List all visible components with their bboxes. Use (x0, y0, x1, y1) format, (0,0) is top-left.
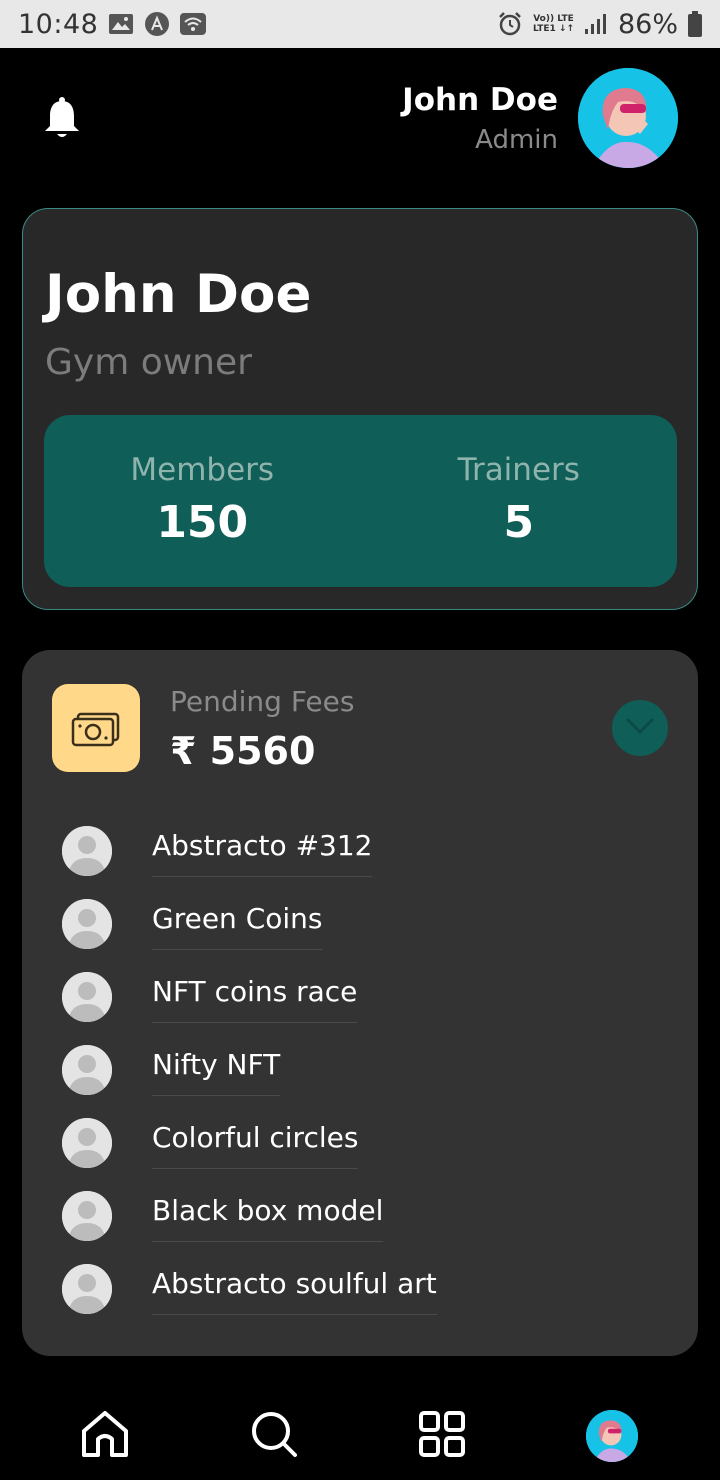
signal-icon (584, 13, 608, 35)
stat-label: Members (130, 452, 275, 488)
list-item[interactable]: Green Coins (22, 881, 698, 954)
list-item-name: Abstracto #312 (152, 826, 373, 877)
nav-search[interactable] (248, 1410, 300, 1462)
status-time: 10:48 (18, 8, 99, 40)
stat-value: 5 (503, 497, 535, 548)
list-item-name: Black box model (152, 1191, 384, 1242)
list-item[interactable]: Colorful circles (22, 1100, 698, 1173)
wifi-icon (180, 13, 207, 35)
list-item-name: Abstracto soulful art (152, 1264, 437, 1315)
header-user-info: John Doe Admin (402, 80, 558, 160)
pending-fees-list: Abstracto #312 Green Coins NFT coins rac… (22, 808, 698, 1319)
stats-box: Members 150 Trainers 5 (44, 415, 677, 587)
stat-trainers[interactable]: Trainers 5 (361, 415, 678, 587)
notification-bell-icon[interactable] (42, 96, 82, 140)
network-label: Vo)) LTE LTE1 ↓↑ (532, 14, 574, 34)
expand-button[interactable] (612, 700, 668, 756)
pending-fees-amount: ₹ 5560 (170, 729, 316, 773)
chevron-down-icon (625, 717, 655, 739)
list-item-name: Green Coins (152, 899, 323, 950)
status-bar: 10:48 Vo)) LTE LTE1 ↓↑ 86% (0, 0, 720, 48)
list-item[interactable]: Black box model (22, 1173, 698, 1246)
stat-value: 150 (156, 497, 249, 548)
list-item[interactable]: Nifty NFT (22, 1027, 698, 1100)
stat-label: Trainers (457, 452, 580, 488)
header-user-name: John Doe (402, 82, 558, 118)
home-icon (80, 1409, 130, 1463)
list-item-name: Colorful circles (152, 1118, 359, 1169)
user-placeholder-icon (62, 1264, 112, 1314)
user-placeholder-icon (62, 1045, 112, 1095)
grid-icon (418, 1410, 466, 1462)
list-item[interactable]: Abstracto #312 (22, 808, 698, 881)
list-item-name: Nifty NFT (152, 1045, 281, 1096)
app-icon (144, 11, 170, 37)
header-user-role: Admin (475, 125, 558, 155)
header-avatar[interactable] (578, 68, 678, 168)
user-placeholder-icon (62, 826, 112, 876)
pending-fees-label: Pending Fees (170, 685, 355, 718)
profile-role: Gym owner (45, 342, 252, 383)
list-item[interactable]: Abstracto soulful art (22, 1246, 698, 1319)
battery-icon (688, 11, 702, 37)
user-placeholder-icon (62, 1118, 112, 1168)
user-placeholder-icon (62, 899, 112, 949)
list-item[interactable]: NFT coins race (22, 954, 698, 1027)
gallery-icon (108, 13, 134, 35)
nav-home[interactable] (79, 1410, 131, 1462)
stat-members[interactable]: Members 150 (44, 415, 361, 587)
user-placeholder-icon (62, 972, 112, 1022)
nav-apps[interactable] (416, 1410, 468, 1462)
alarm-icon (497, 11, 523, 37)
list-item-name: NFT coins race (152, 972, 358, 1023)
money-icon (52, 684, 140, 772)
nav-profile-avatar[interactable] (586, 1410, 638, 1462)
pending-fees-card: Pending Fees ₹ 5560 Abstracto #312 Green… (22, 650, 698, 1356)
profile-name: John Doe (45, 264, 312, 325)
battery-percent: 86% (617, 8, 678, 40)
user-placeholder-icon (62, 1191, 112, 1241)
bottom-nav (0, 1392, 720, 1480)
profile-card: John Doe Gym owner Members 150 Trainers … (22, 208, 698, 610)
search-icon (249, 1409, 299, 1463)
